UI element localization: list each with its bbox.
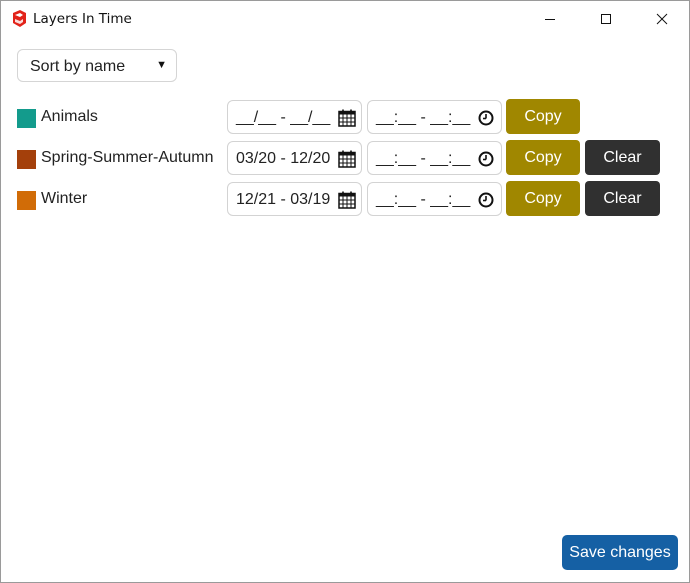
date-range-value: 03/20 - 12/20: [236, 150, 331, 167]
app-window: Layers In Time Sort by name ▼ Animals __…: [0, 0, 690, 583]
maximize-button[interactable]: [583, 1, 629, 37]
copy-button[interactable]: Copy: [506, 140, 580, 175]
layer-name: Spring-Summer-Autumn: [41, 149, 214, 166]
calendar-icon[interactable]: [338, 109, 356, 127]
clock-icon[interactable]: [478, 192, 494, 208]
sort-select[interactable]: Sort by name ▼: [17, 49, 177, 82]
time-range-input[interactable]: __:__ - __:__: [367, 182, 502, 216]
time-range-value: __:__ - __:__: [376, 150, 471, 167]
sketchup-logo-icon: [13, 10, 26, 27]
window-title: Layers In Time: [33, 11, 132, 27]
minimize-button[interactable]: [527, 1, 573, 37]
time-range-value: __:__ - __:__: [376, 109, 471, 126]
layer-name: Animals: [41, 108, 98, 125]
layer-name: Winter: [41, 190, 88, 207]
copy-button[interactable]: Copy: [506, 181, 580, 216]
close-button[interactable]: [639, 1, 685, 37]
clear-button[interactable]: Clear: [585, 140, 660, 175]
date-range-value: __/__ - __/__: [236, 109, 331, 126]
close-icon: [656, 13, 668, 25]
layer-row-spring-summer-autumn: Spring-Summer-Autumn 03/20 - 12/20 __:__…: [1, 140, 689, 176]
calendar-icon[interactable]: [338, 191, 356, 209]
layer-color-swatch: [17, 109, 36, 128]
date-range-value: 12/21 - 03/19: [236, 191, 331, 208]
date-range-input[interactable]: __/__ - __/__: [227, 100, 362, 134]
clock-icon[interactable]: [478, 151, 494, 167]
maximize-icon: [601, 14, 611, 24]
sort-selected-value: Sort by name: [30, 58, 126, 75]
calendar-icon[interactable]: [338, 150, 356, 168]
chevron-down-icon: ▼: [156, 59, 167, 71]
layer-color-swatch: [17, 191, 36, 210]
time-range-input[interactable]: __:__ - __:__: [367, 100, 502, 134]
minimize-icon: [545, 19, 555, 20]
layer-row-winter: Winter 12/21 - 03/19 __:__ - __:__ Copy …: [1, 181, 689, 217]
clock-icon[interactable]: [478, 110, 494, 126]
title-bar[interactable]: Layers In Time: [1, 1, 689, 37]
date-range-input[interactable]: 03/20 - 12/20: [227, 141, 362, 175]
layer-row-animals: Animals __/__ - __/__ __:__ - __:__ Copy: [1, 99, 689, 135]
date-range-input[interactable]: 12/21 - 03/19: [227, 182, 362, 216]
copy-button[interactable]: Copy: [506, 99, 580, 134]
save-changes-button[interactable]: Save changes: [562, 535, 678, 570]
layer-color-swatch: [17, 150, 36, 169]
time-range-value: __:__ - __:__: [376, 191, 471, 208]
time-range-input[interactable]: __:__ - __:__: [367, 141, 502, 175]
clear-button[interactable]: Clear: [585, 181, 660, 216]
